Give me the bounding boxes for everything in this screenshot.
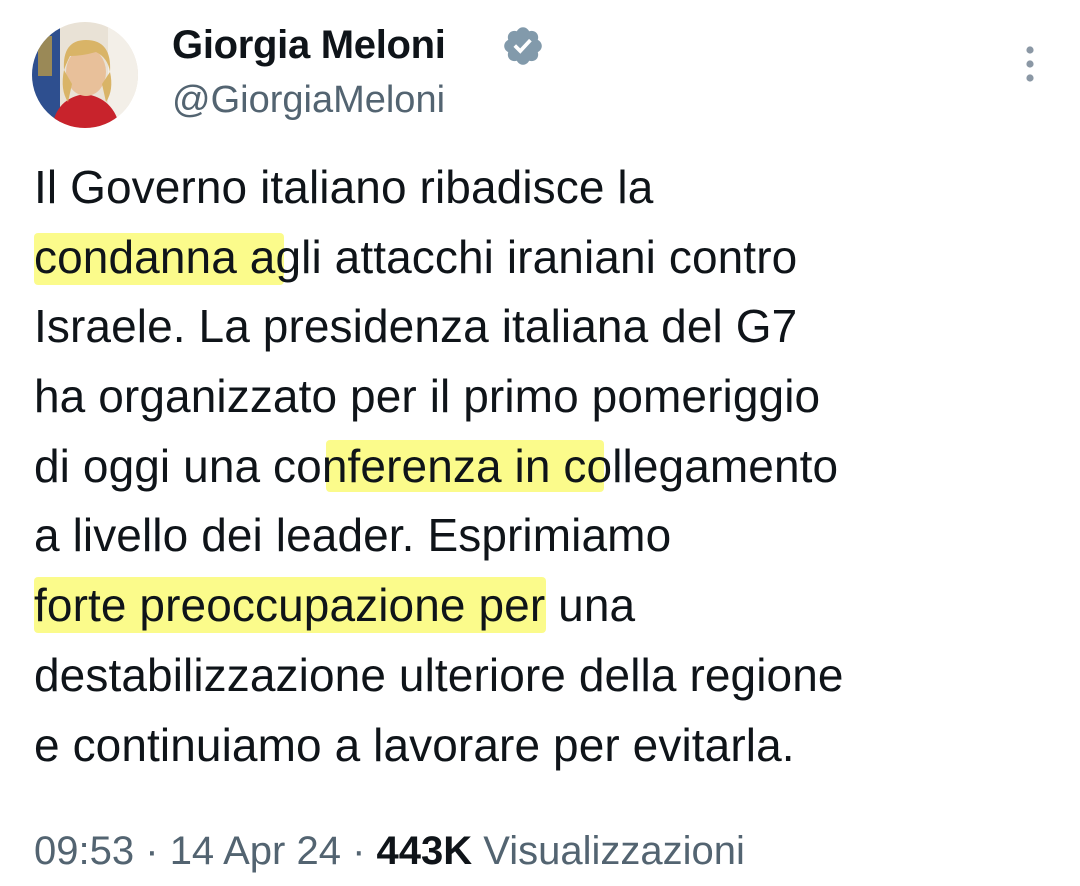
tweet-text-line: forte preoccupazione per una [34, 577, 636, 634]
verified-badge-icon [504, 27, 542, 65]
author-avatar[interactable] [32, 22, 138, 128]
more-options-icon[interactable] [1015, 42, 1045, 88]
author-display-name[interactable]: Giorgia Meloni [172, 20, 446, 70]
tweet-text-line: Israele. La presidenza italiana del G7 [34, 300, 798, 353]
views-count[interactable]: 443K [377, 829, 473, 873]
tweet-date[interactable]: 14 Apr 24 [170, 829, 341, 873]
author-handle[interactable]: @GiorgiaMeloni [172, 76, 445, 124]
tweet-text-line: di oggi una conferenza in collegamento [34, 439, 839, 492]
tweet-text-line: ha organizzato per il primo pomeriggio [34, 370, 821, 423]
tweet-text-line: e continuiamo a lavorare per evitarla. [34, 718, 795, 771]
tweet-text-line: Il Governo italiano ribadisce la [34, 161, 654, 213]
views-label[interactable]: Visualizzazioni [483, 829, 745, 873]
tweet-text-line: condanna agli attacchi iraniani contro [34, 230, 798, 285]
tweet-text: Il Governo italiano ribadisce la condann… [34, 153, 1070, 780]
tweet-time[interactable]: 09:53 [34, 829, 134, 873]
tweet-text-line: destabilizzazione ulteriore della region… [34, 648, 844, 701]
tweet-text-line: a livello dei leader. Esprimiamo [34, 509, 672, 562]
meta-separator: · [352, 829, 366, 873]
tweet-metadata: 09:53 · 14 Apr 24 · 443K Visualizzazioni [34, 826, 745, 876]
meta-separator: · [145, 829, 159, 873]
avatar-photo [32, 22, 138, 128]
